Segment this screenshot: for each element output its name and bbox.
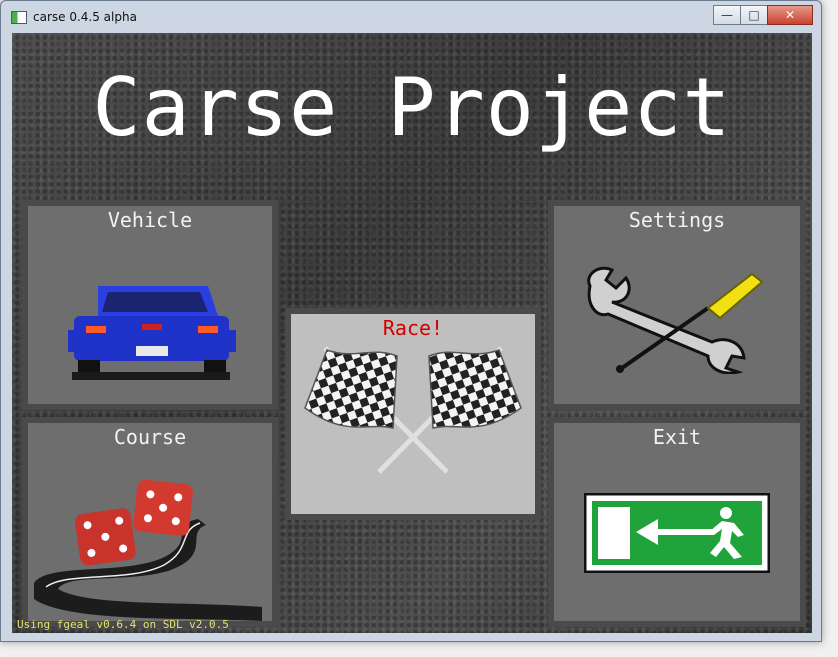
exit-menu-item[interactable]: Exit (548, 417, 806, 627)
vehicle-label: Vehicle (107, 208, 193, 232)
checkered-flags-icon (304, 346, 522, 474)
window-title: carse 0.4.5 alpha (33, 10, 137, 24)
exit-label: Exit (652, 425, 702, 449)
app-window: carse 0.4.5 alpha — □ ✕ Carse Project Ve… (0, 0, 822, 642)
course-menu-item[interactable]: Course (22, 417, 278, 627)
minimize-button[interactable]: — (713, 5, 741, 25)
course-label: Course (113, 425, 187, 449)
settings-label: Settings (628, 208, 726, 232)
game-canvas: Carse Project Vehicle Settings Race! Cou… (12, 33, 812, 633)
title-bar[interactable]: carse 0.4.5 alpha — □ ✕ (1, 1, 821, 31)
dice-road-icon (34, 479, 262, 621)
wrench-screwdriver-icon (587, 266, 764, 374)
exit-sign-icon (584, 493, 770, 573)
game-title: Carse Project (92, 61, 732, 154)
status-text: Using fgeal v0.6.4 on SDL v2.0.5 (17, 618, 229, 631)
close-button[interactable]: ✕ (767, 5, 813, 25)
car-icon (68, 286, 236, 380)
settings-menu-item[interactable]: Settings (548, 200, 806, 410)
race-menu-item[interactable]: Race! (285, 308, 541, 520)
maximize-button[interactable]: □ (740, 5, 768, 25)
race-label: Race! (382, 316, 444, 340)
app-icon (11, 11, 27, 24)
vehicle-menu-item[interactable]: Vehicle (22, 200, 278, 410)
